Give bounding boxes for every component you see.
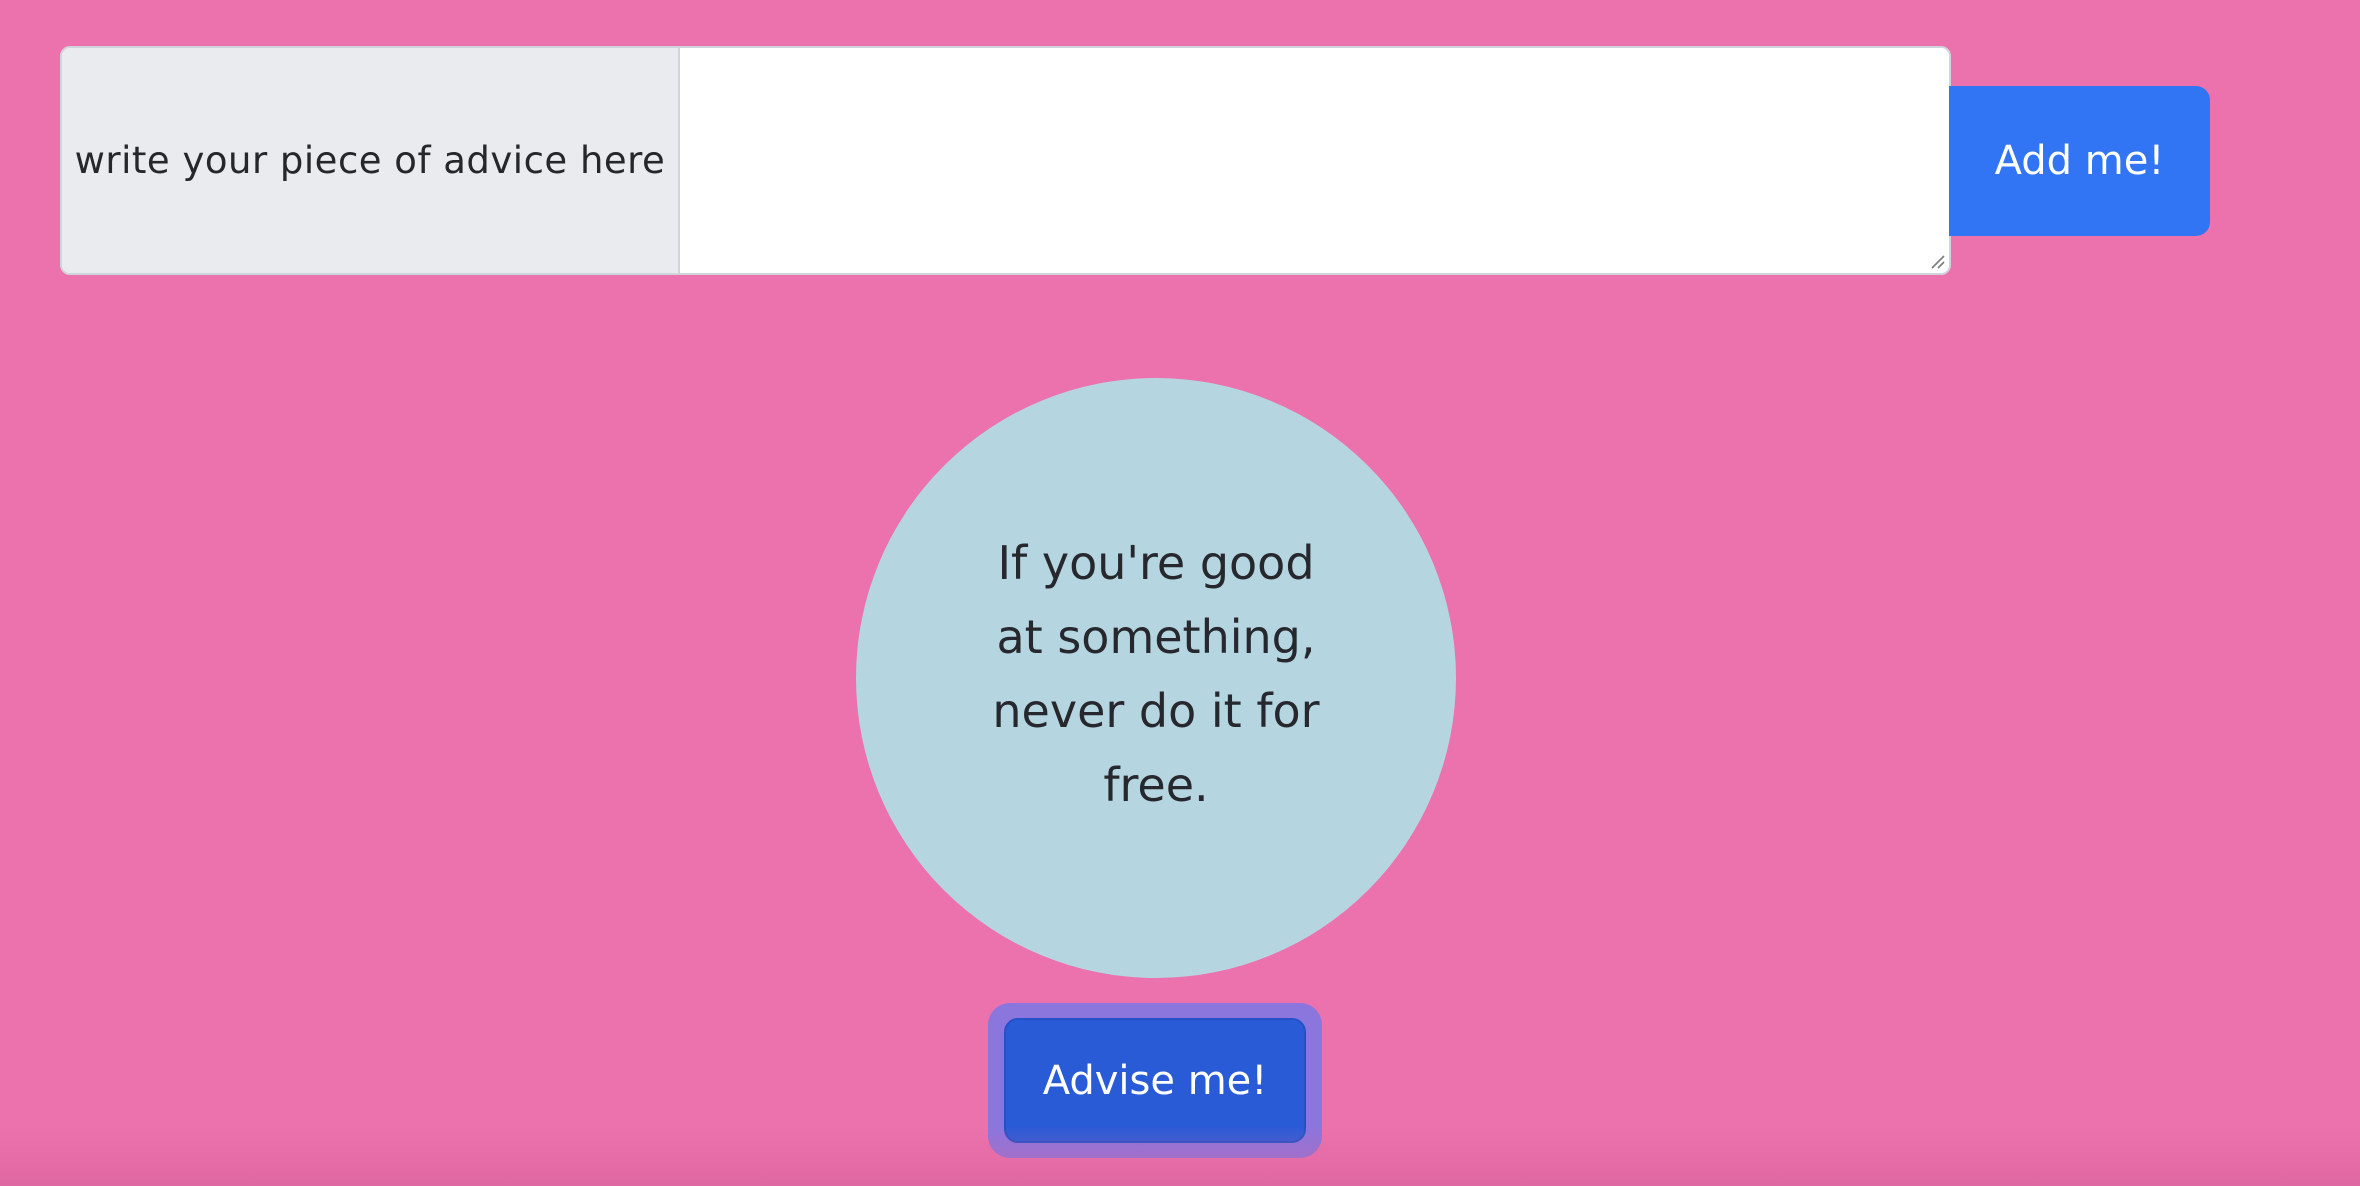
advise-button-focus-ring: Advise me! <box>988 1003 1322 1158</box>
advise-me-button[interactable]: Advise me! <box>1004 1018 1306 1143</box>
advice-input-label: write your piece of advice here <box>74 139 666 182</box>
advice-circle: If you're good at something, never do it… <box>856 378 1456 978</box>
advice-text: If you're good at something, never do it… <box>992 536 1320 812</box>
advice-input-group: write your piece of advice here <box>60 46 1951 275</box>
advice-input-prefix: write your piece of advice here <box>62 48 680 273</box>
advice-textarea[interactable] <box>680 48 1949 273</box>
resize-grip-icon[interactable] <box>1929 253 1945 269</box>
add-advice-button[interactable]: Add me! <box>1949 86 2210 236</box>
advice-textarea-wrap <box>680 48 1949 273</box>
